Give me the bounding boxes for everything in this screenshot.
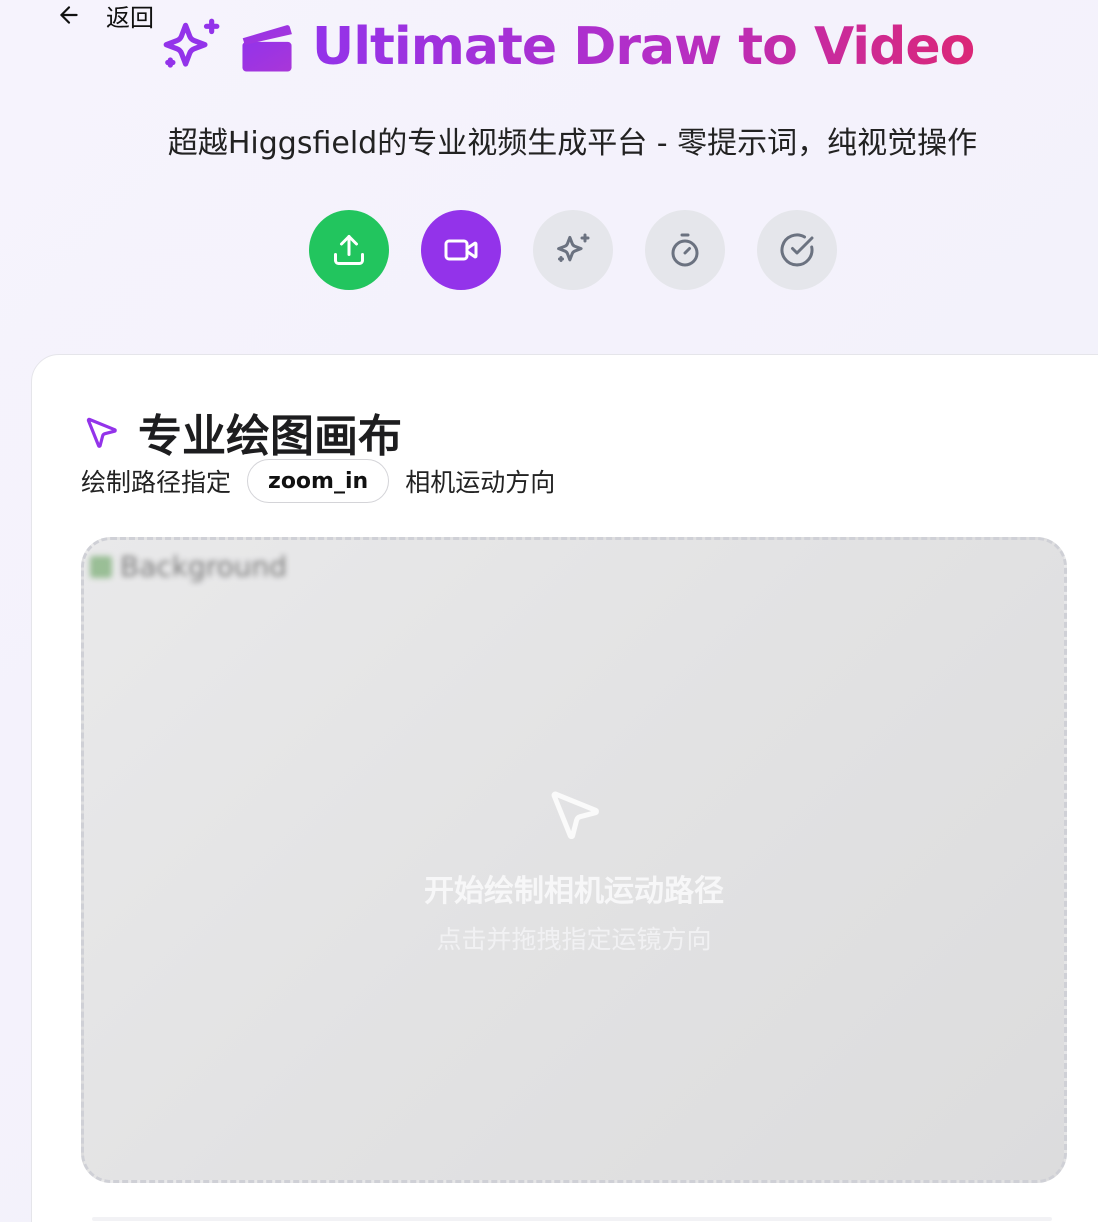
step-complete[interactable] [757, 210, 837, 290]
step-enhance[interactable] [533, 210, 613, 290]
page-subtitle: 超越Higgsfield的专业视频生成平台 - 零提示词，纯视觉操作 [167, 126, 978, 161]
clapperboard-icon [242, 25, 292, 72]
instruction-suffix: 相机运动方向 [405, 468, 556, 497]
drawing-canvas[interactable]: Background 开始绘制相机运动路径 点击并拖拽指定运镜方向 [81, 537, 1067, 1183]
motion-type-badge: zoom_in [247, 459, 390, 503]
step-video[interactable] [421, 210, 501, 290]
background-image-alt: Background [120, 550, 288, 583]
upload-icon [334, 235, 364, 265]
empty-state-hint: 点击并拖拽指定运镜方向 [436, 925, 712, 954]
step-indicator [309, 210, 837, 290]
back-label: 返回 [106, 3, 154, 32]
canvas-card-header: 专业绘图画布 [82, 400, 402, 464]
cursor-arrow-icon [86, 417, 117, 448]
arrow-left-icon [60, 6, 78, 24]
step-timing[interactable] [645, 210, 725, 290]
sparkles-icon [163, 18, 220, 68]
canvas-instruction: 绘制路径指定 zoom_in 相机运动方向 [81, 459, 555, 503]
page-title: Ultimate Draw to Video [312, 17, 975, 77]
sparkles-icon [557, 233, 590, 262]
step-upload[interactable] [309, 210, 389, 290]
back-button[interactable]: 返回 [56, 0, 154, 32]
canvas-empty-state: 开始绘制相机运动路径 点击并拖拽指定运镜方向 [84, 784, 1064, 956]
empty-state-title: 开始绘制相机运动路径 [424, 874, 724, 909]
instruction-prefix: 绘制路径指定 [81, 468, 232, 497]
timer-icon [671, 233, 699, 267]
broken-image-icon [90, 555, 112, 578]
page-header: Ultimate Draw to Video [160, 12, 975, 82]
video-icon [444, 239, 478, 261]
canvas-card: 专业绘图画布 绘制路径指定 zoom_in 相机运动方向 Background … [31, 354, 1098, 1222]
background-image: Background [90, 550, 287, 583]
canvas-card-title: 专业绘图画布 [138, 411, 402, 462]
check-circle-icon [780, 233, 814, 267]
divider [92, 1217, 1052, 1221]
cursor-arrow-icon [551, 791, 599, 839]
